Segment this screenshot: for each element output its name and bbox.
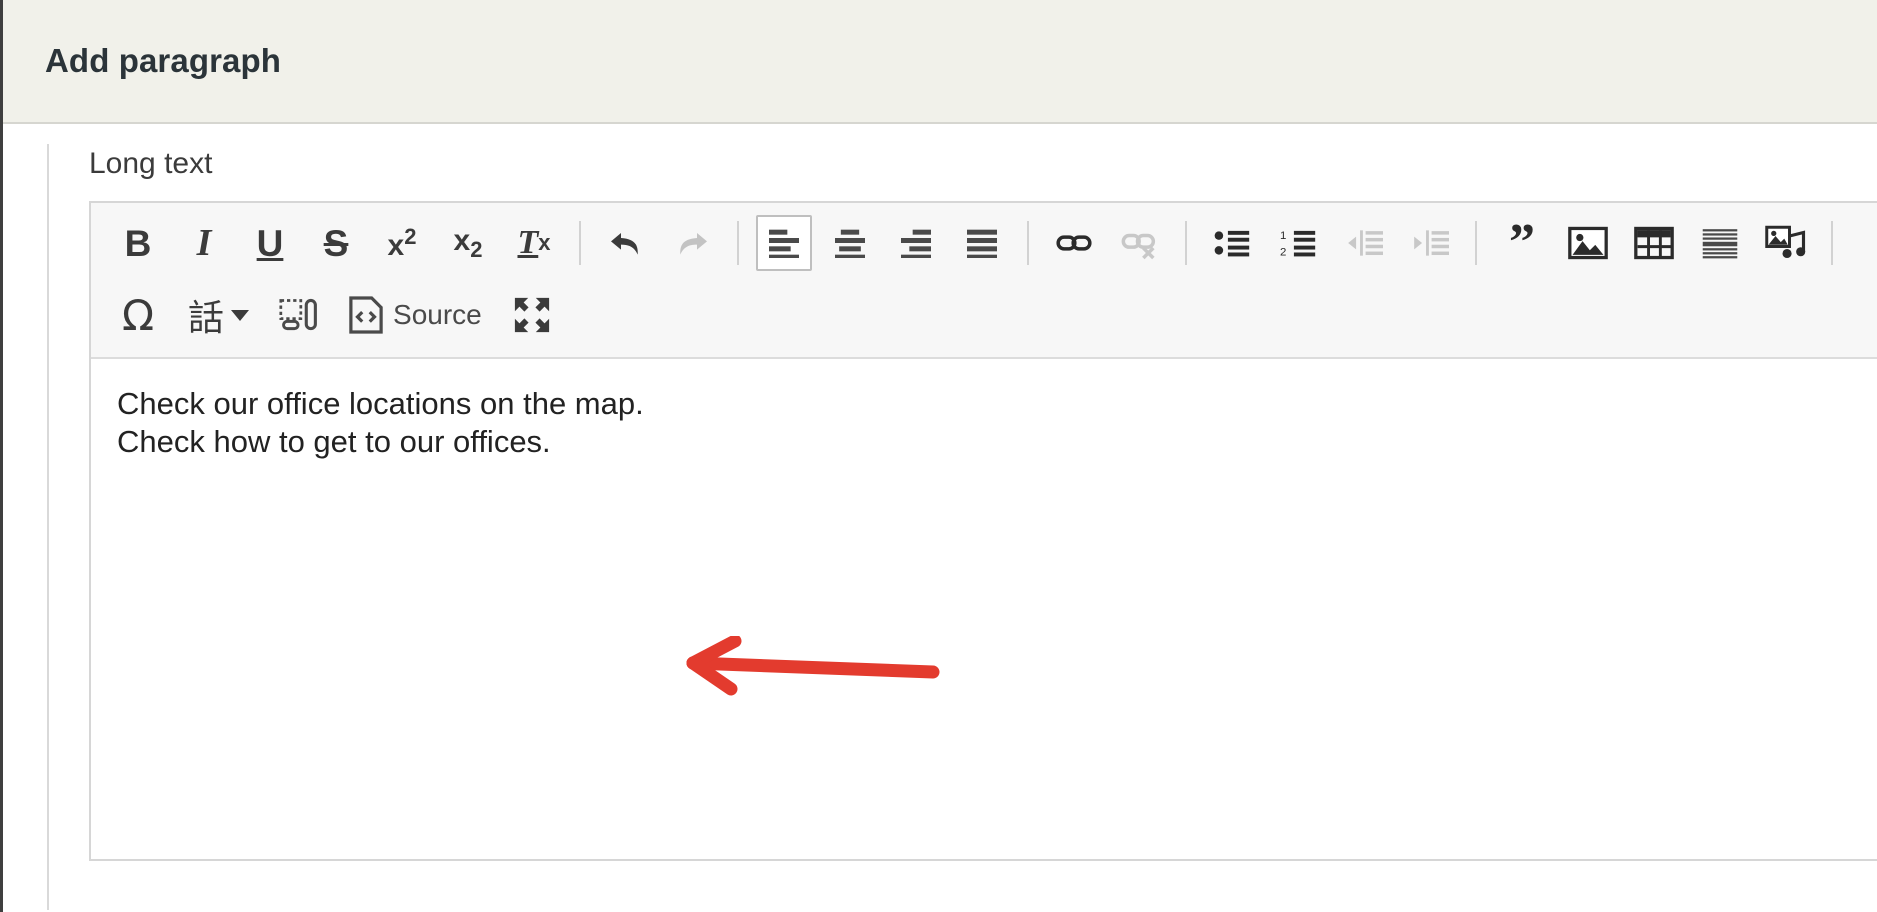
numbered-list-icon[interactable]: 1 2 <box>1270 215 1326 271</box>
toolbar-row-2: Ω 話 Source <box>91 279 1877 351</box>
unlink-icon[interactable] <box>1112 215 1168 271</box>
svg-text:1: 1 <box>1280 230 1286 242</box>
toolbar-separator <box>1831 221 1833 265</box>
toolbar-separator <box>1185 221 1187 265</box>
field-label: Long text <box>89 147 213 180</box>
source-button[interactable]: Source <box>337 287 494 343</box>
align-right-icon[interactable] <box>888 215 944 271</box>
bulleted-list-icon[interactable] <box>1204 215 1260 271</box>
content-line: Check our office locations on the map. <box>117 386 644 421</box>
underline-icon[interactable]: U <box>242 215 298 271</box>
strikethrough-icon[interactable]: S <box>308 215 364 271</box>
dialog-header: Add paragraph <box>3 0 1877 124</box>
remove-format-icon[interactable]: Tx <box>506 215 562 271</box>
align-center-icon[interactable] <box>822 215 878 271</box>
svg-text:2: 2 <box>1280 246 1286 258</box>
rich-text-editor: B I U S x2 x2 Tx 1 2 ” Ω 話 Source Check … <box>89 201 1877 861</box>
maximize-icon[interactable] <box>504 287 560 343</box>
content-line: Check how to get to our offices. <box>117 423 551 459</box>
toolbar-separator <box>737 221 739 265</box>
subscript-icon[interactable]: x2 <box>440 215 496 271</box>
increase-indent-icon[interactable] <box>1402 215 1458 271</box>
redo-icon[interactable] <box>664 215 720 271</box>
special-character-icon[interactable]: Ω <box>110 287 166 343</box>
chevron-down-icon <box>231 309 250 321</box>
align-justify-icon[interactable] <box>954 215 1010 271</box>
superscript-icon[interactable]: x2 <box>374 215 430 271</box>
table-icon[interactable] <box>1626 215 1682 271</box>
page-title: Add paragraph <box>45 42 281 79</box>
editor-content-area[interactable]: Check our office locations on the map. C… <box>91 359 1877 859</box>
image-icon[interactable] <box>1560 215 1616 271</box>
decrease-indent-icon[interactable] <box>1336 215 1392 271</box>
bold-icon[interactable]: B <box>110 215 166 271</box>
show-blocks-icon[interactable] <box>271 287 327 343</box>
toolbar-separator <box>1027 221 1029 265</box>
toolbar-separator <box>1475 221 1477 265</box>
undo-icon[interactable] <box>598 215 654 271</box>
long-text-field: Long text B I U S x2 x2 Tx 1 2 ” Ω 話 Sou… <box>47 124 1877 861</box>
blockquote-icon[interactable]: ” <box>1494 215 1550 271</box>
align-left-icon[interactable] <box>756 215 812 271</box>
toolbar-separator <box>579 221 581 265</box>
language-icon[interactable]: 話 <box>176 287 261 343</box>
dialog-body: Long text B I U S x2 x2 Tx 1 2 ” Ω 話 Sou… <box>3 124 1877 910</box>
toolbar-row-1: B I U S x2 x2 Tx 1 2 ” <box>91 207 1877 279</box>
editor-toolbar: B I U S x2 x2 Tx 1 2 ” Ω 話 Source <box>91 203 1877 359</box>
source-button-label: Source <box>393 299 482 330</box>
italic-icon[interactable]: I <box>176 215 232 271</box>
horizontal-rule-icon[interactable] <box>1692 215 1748 271</box>
vertical-divider <box>47 144 49 910</box>
link-icon[interactable] <box>1046 215 1102 271</box>
media-icon[interactable] <box>1758 215 1814 271</box>
add-paragraph-dialog: Add paragraph Long text B I U S x2 x2 T … <box>0 0 1877 912</box>
